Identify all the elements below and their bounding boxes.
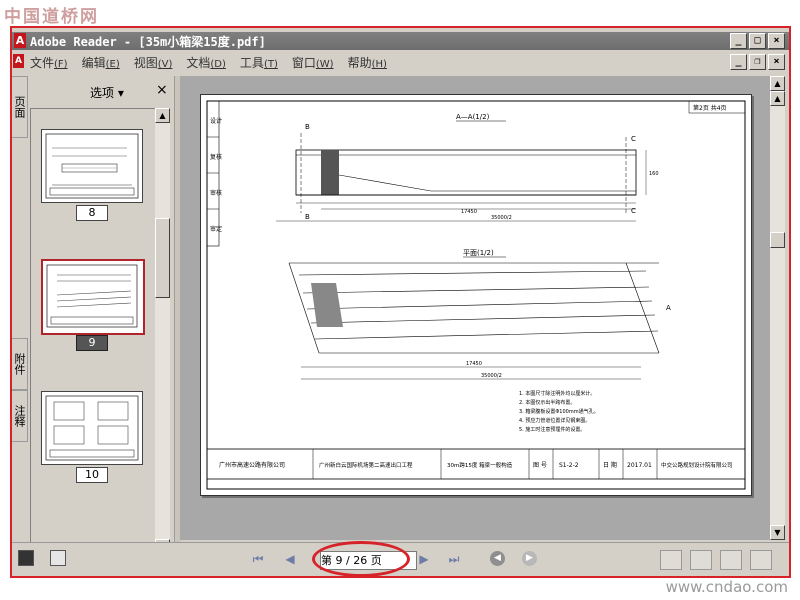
drawing-notes: 1. 本图尺寸除注明外均以厘米计。 2. 本图仅示出半跨布置。 3. 箱梁腹板设… (519, 390, 599, 433)
title-bar: A Adobe Reader - [35m小箱梁15度.pdf] _ □ × (12, 32, 789, 50)
svg-text:C: C (631, 135, 636, 143)
page-label-10[interactable]: 10 (76, 467, 108, 483)
engineering-drawing: 设计 复核 审核 审定 第2页 共4页 A—A(1/2) B B C C 174… (206, 100, 746, 490)
continuous-facing-view-button[interactable] (750, 550, 772, 570)
document-view: 设计 复核 审核 审定 第2页 共4页 A—A(1/2) B B C C 174… (180, 76, 770, 540)
page-label-8[interactable]: 8 (76, 205, 108, 221)
doc-scroll-up-button[interactable]: ▲ (770, 76, 785, 91)
side-label-review: 审核 (210, 189, 222, 197)
side-tab-strip: 页面 附件 注释 (12, 76, 28, 556)
scroll-up-button[interactable]: ▲ (155, 108, 170, 123)
doc-minimize-button[interactable]: _ (730, 54, 747, 70)
titleblock-project: 广州新白云国际机场第二高速出口工程 (319, 461, 413, 469)
titleblock-date: 2017.01 (627, 462, 652, 469)
page-layout-icon[interactable] (18, 550, 34, 566)
tab-pages[interactable]: 页面 (12, 76, 28, 138)
thumbnail-scrollbar[interactable]: ▲ ▼ (155, 108, 170, 554)
page-label-9[interactable]: 9 (76, 335, 108, 351)
document-icon: A (13, 54, 24, 68)
pages-panel: 选项 ▾ × 8 9 10 ▲ (28, 76, 174, 556)
svg-text:A: A (666, 304, 671, 312)
svg-text:17450: 17450 (466, 361, 482, 367)
scroll-thumb[interactable] (155, 218, 170, 298)
menu-edit[interactable]: 编辑(E) (82, 54, 120, 71)
page-size-icon[interactable] (50, 550, 66, 566)
svg-text:2. 本图仅示出半跨布置。: 2. 本图仅示出半跨布置。 (519, 399, 575, 406)
doc-scroll-down-button[interactable]: ▼ (770, 525, 785, 540)
thumbnail-drawing-icon (45, 395, 139, 461)
svg-text:5. 施工时注意预埋件的设置。: 5. 施工时注意预埋件的设置。 (519, 426, 585, 433)
svg-text:1. 本图尺寸除注明外均以厘米计。: 1. 本图尺寸除注明外均以厘米计。 (519, 390, 595, 397)
menu-items: 文件(F) 编辑(E) 视图(V) 文档(D) 工具(T) 窗口(W) 帮助(H… (30, 54, 387, 71)
svg-text:17450: 17450 (461, 209, 477, 215)
page-thumbnail-9[interactable] (41, 259, 145, 335)
svg-text:4. 预应力管道位置详见钢束图。: 4. 预应力管道位置详见钢束图。 (519, 417, 590, 424)
side-label-check: 复核 (210, 153, 222, 161)
thumbnail-drawing-icon (45, 133, 139, 199)
menu-file[interactable]: 文件(F) (30, 54, 68, 71)
page-highlight-ellipse (312, 541, 410, 576)
maximize-button[interactable]: □ (749, 33, 766, 49)
doc-scroll-thumb[interactable] (770, 232, 785, 248)
chevron-down-icon: ▾ (117, 86, 124, 100)
close-button[interactable]: × (768, 33, 785, 49)
go-forward-icon[interactable]: ▶ (522, 551, 537, 566)
svg-text:B: B (305, 123, 310, 131)
app-window: A Adobe Reader - [35m小箱梁15度.pdf] _ □ × A… (10, 26, 791, 578)
menu-window[interactable]: 窗口(W) (292, 54, 334, 71)
page-thumbnail-8[interactable] (41, 129, 143, 203)
tab-attachments[interactable]: 附件 (12, 338, 28, 390)
menu-view[interactable]: 视图(V) (134, 54, 173, 71)
menu-help[interactable]: 帮助(H) (348, 54, 387, 71)
first-page-button[interactable]: ⏮ (250, 552, 266, 566)
doc-restore-button[interactable]: ❐ (749, 54, 766, 70)
menu-bar: A 文件(F) 编辑(E) 视图(V) 文档(D) 工具(T) 窗口(W) 帮助… (12, 52, 789, 72)
titleblock-date-label: 日 期 (603, 461, 617, 469)
tab-comments[interactable]: 注释 (12, 390, 28, 442)
doc-close-button[interactable]: × (768, 54, 785, 70)
status-bar: ⏮ ◀ 第 9 / 26 页 ▶ ⏭ ◀ ▶ (12, 541, 789, 576)
facing-view-button[interactable] (720, 550, 742, 570)
plan-title: 平面(1/2) (463, 249, 494, 257)
sheet-info: 第2页 共4页 (693, 104, 727, 112)
doc-scroll-up2-button[interactable]: ▲ (770, 91, 785, 106)
page-thumbnail-10[interactable] (41, 391, 143, 465)
svg-text:3. 箱梁腹板设置Φ100mm通气孔。: 3. 箱梁腹板设置Φ100mm通气孔。 (519, 408, 599, 415)
menu-document[interactable]: 文档(D) (186, 54, 226, 71)
thumbnail-list: 8 9 10 (30, 108, 156, 554)
side-label-approve: 审定 (210, 225, 222, 233)
svg-text:35000/2: 35000/2 (481, 373, 502, 379)
options-dropdown[interactable]: 选项 ▾ (90, 84, 124, 101)
last-page-button[interactable]: ⏭ (446, 552, 462, 566)
next-page-button[interactable]: ▶ (416, 552, 432, 566)
previous-page-button[interactable]: ◀ (282, 552, 298, 566)
panel-close-button[interactable]: × (156, 82, 168, 98)
titleblock-no: S1-2-2 (559, 462, 579, 469)
adobe-reader-icon: A (14, 33, 26, 48)
watermark-top: 中国道桥网 (4, 7, 99, 27)
svg-text:C: C (631, 207, 636, 215)
titleblock-no-label: 图 号 (533, 462, 547, 469)
svg-text:35000/2: 35000/2 (491, 215, 512, 221)
document-controls: _ ❐ × (730, 54, 785, 70)
titleblock-drawing-name: 30m跨15度 箱梁一般构造 (447, 461, 513, 469)
pdf-page: 设计 复核 审核 审定 第2页 共4页 A—A(1/2) B B C C 174… (200, 94, 752, 496)
watermark-bottom: www.cndao.com (665, 578, 788, 596)
window-title: Adobe Reader - [35m小箱梁15度.pdf] (30, 35, 266, 49)
minimize-button[interactable]: _ (730, 33, 747, 49)
svg-text:B: B (305, 213, 310, 221)
titleblock-designer: 中交公路规划设计院有限公司 (661, 461, 733, 469)
continuous-view-button[interactable] (690, 550, 712, 570)
svg-text:160: 160 (649, 171, 659, 177)
single-page-view-button[interactable] (660, 550, 682, 570)
titleblock-owner: 广州市高速公路有限公司 (219, 461, 285, 469)
elevation-title: A—A(1/2) (456, 113, 490, 121)
go-back-icon[interactable]: ◀ (490, 551, 505, 566)
thumbnail-drawing-icon (46, 264, 138, 328)
window-controls: _ □ × (730, 33, 785, 49)
side-label-design: 设计 (210, 117, 222, 125)
document-scrollbar[interactable]: ▲ ▲ ▼ (770, 76, 785, 540)
panel-header: 选项 ▾ × (28, 76, 174, 104)
menu-tools[interactable]: 工具(T) (240, 54, 278, 71)
